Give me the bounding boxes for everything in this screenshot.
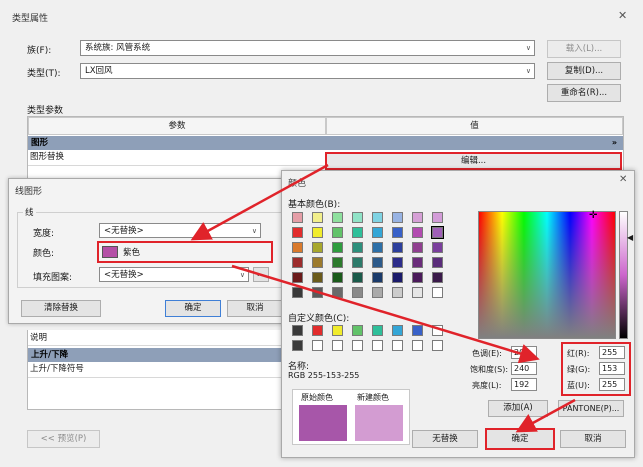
- arrow-ok: [515, 398, 576, 433]
- arrow-edit-to-color: [190, 163, 329, 241]
- arrow-color-to-dialog: [231, 264, 540, 364]
- annotation-arrows: [190, 163, 576, 433]
